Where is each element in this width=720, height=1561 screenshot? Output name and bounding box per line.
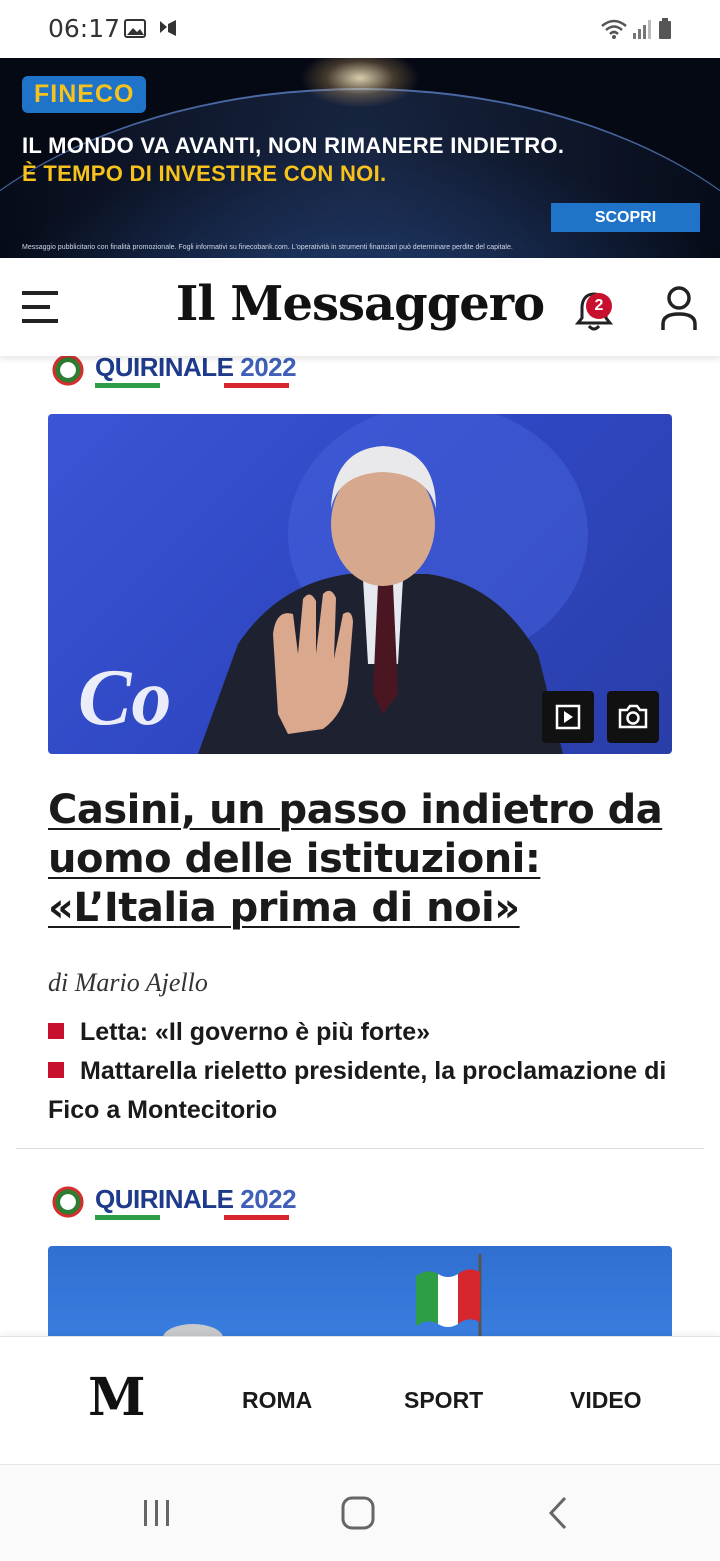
system-navigation-bar bbox=[0, 1464, 720, 1561]
battery-icon bbox=[659, 18, 671, 39]
wifi-icon bbox=[601, 19, 627, 39]
tricolor-underline bbox=[95, 383, 290, 388]
republic-emblem-icon bbox=[50, 1184, 86, 1220]
ad-sunlight bbox=[300, 58, 420, 108]
tricolor-underline bbox=[95, 1215, 290, 1220]
back-icon[interactable] bbox=[545, 1495, 573, 1531]
svg-text:Co: Co bbox=[78, 654, 171, 742]
bullet-square bbox=[48, 1023, 64, 1039]
ad-brand-logo: FINECO bbox=[22, 76, 147, 113]
camera-icon bbox=[618, 704, 648, 729]
ad-banner[interactable]: FINECO IL MONDO VA AVANTI, NON RIMANERE … bbox=[0, 58, 720, 258]
gallery-button[interactable] bbox=[607, 691, 659, 743]
article-hero-image[interactable] bbox=[48, 1246, 672, 1346]
video-button[interactable] bbox=[542, 691, 594, 743]
status-bar: 06:17 bbox=[0, 0, 720, 58]
article-divider bbox=[16, 1148, 704, 1149]
related-link[interactable]: Letta: «Il governo è più forte» bbox=[48, 1013, 688, 1052]
user-icon[interactable] bbox=[660, 286, 698, 332]
status-time: 06:17 bbox=[48, 14, 121, 43]
article-hero-image[interactable]: Co bbox=[48, 414, 672, 754]
nav-roma[interactable]: ROMA bbox=[242, 1387, 312, 1414]
nav-sport[interactable]: SPORT bbox=[404, 1387, 483, 1414]
app-header: Il Messaggero bbox=[0, 258, 720, 356]
home-icon[interactable] bbox=[340, 1495, 376, 1531]
ad-disclaimer: Messaggio pubblicitario con finalità pro… bbox=[22, 244, 513, 251]
ad-cta-button[interactable]: SCOPRI bbox=[551, 203, 700, 232]
republic-emblem-icon bbox=[50, 352, 86, 388]
notification-badge: 2 bbox=[586, 293, 612, 319]
photo-italian-flag bbox=[163, 1254, 482, 1346]
app-notification-icon bbox=[160, 20, 176, 36]
related-link[interactable]: Mattarella rieletto presidente, la procl… bbox=[48, 1052, 688, 1130]
section-tag-label: QUIRINALE 2022 bbox=[95, 1184, 297, 1214]
bottom-navigation: M ROMA SPORT VIDEO bbox=[0, 1336, 720, 1465]
nav-video[interactable]: VIDEO bbox=[570, 1387, 642, 1414]
article-byline: di Mario Ajello bbox=[48, 968, 208, 997]
recent-apps-icon[interactable] bbox=[140, 1497, 174, 1529]
ad-headline: IL MONDO VA AVANTI, NON RIMANERE INDIETR… bbox=[22, 133, 565, 158]
bullet-square bbox=[48, 1062, 64, 1078]
ad-subheadline: È TEMPO DI INVESTIRE CON NOI. bbox=[22, 161, 387, 186]
home-logo-button[interactable]: M bbox=[88, 1367, 146, 1428]
play-icon bbox=[555, 704, 581, 730]
gallery-icon bbox=[124, 19, 146, 38]
article-headline[interactable]: Casini, un passo indietro da uomo delle … bbox=[48, 786, 678, 933]
signal-icon bbox=[633, 20, 651, 39]
section-tag-label: QUIRINALE 2022 bbox=[95, 352, 297, 382]
